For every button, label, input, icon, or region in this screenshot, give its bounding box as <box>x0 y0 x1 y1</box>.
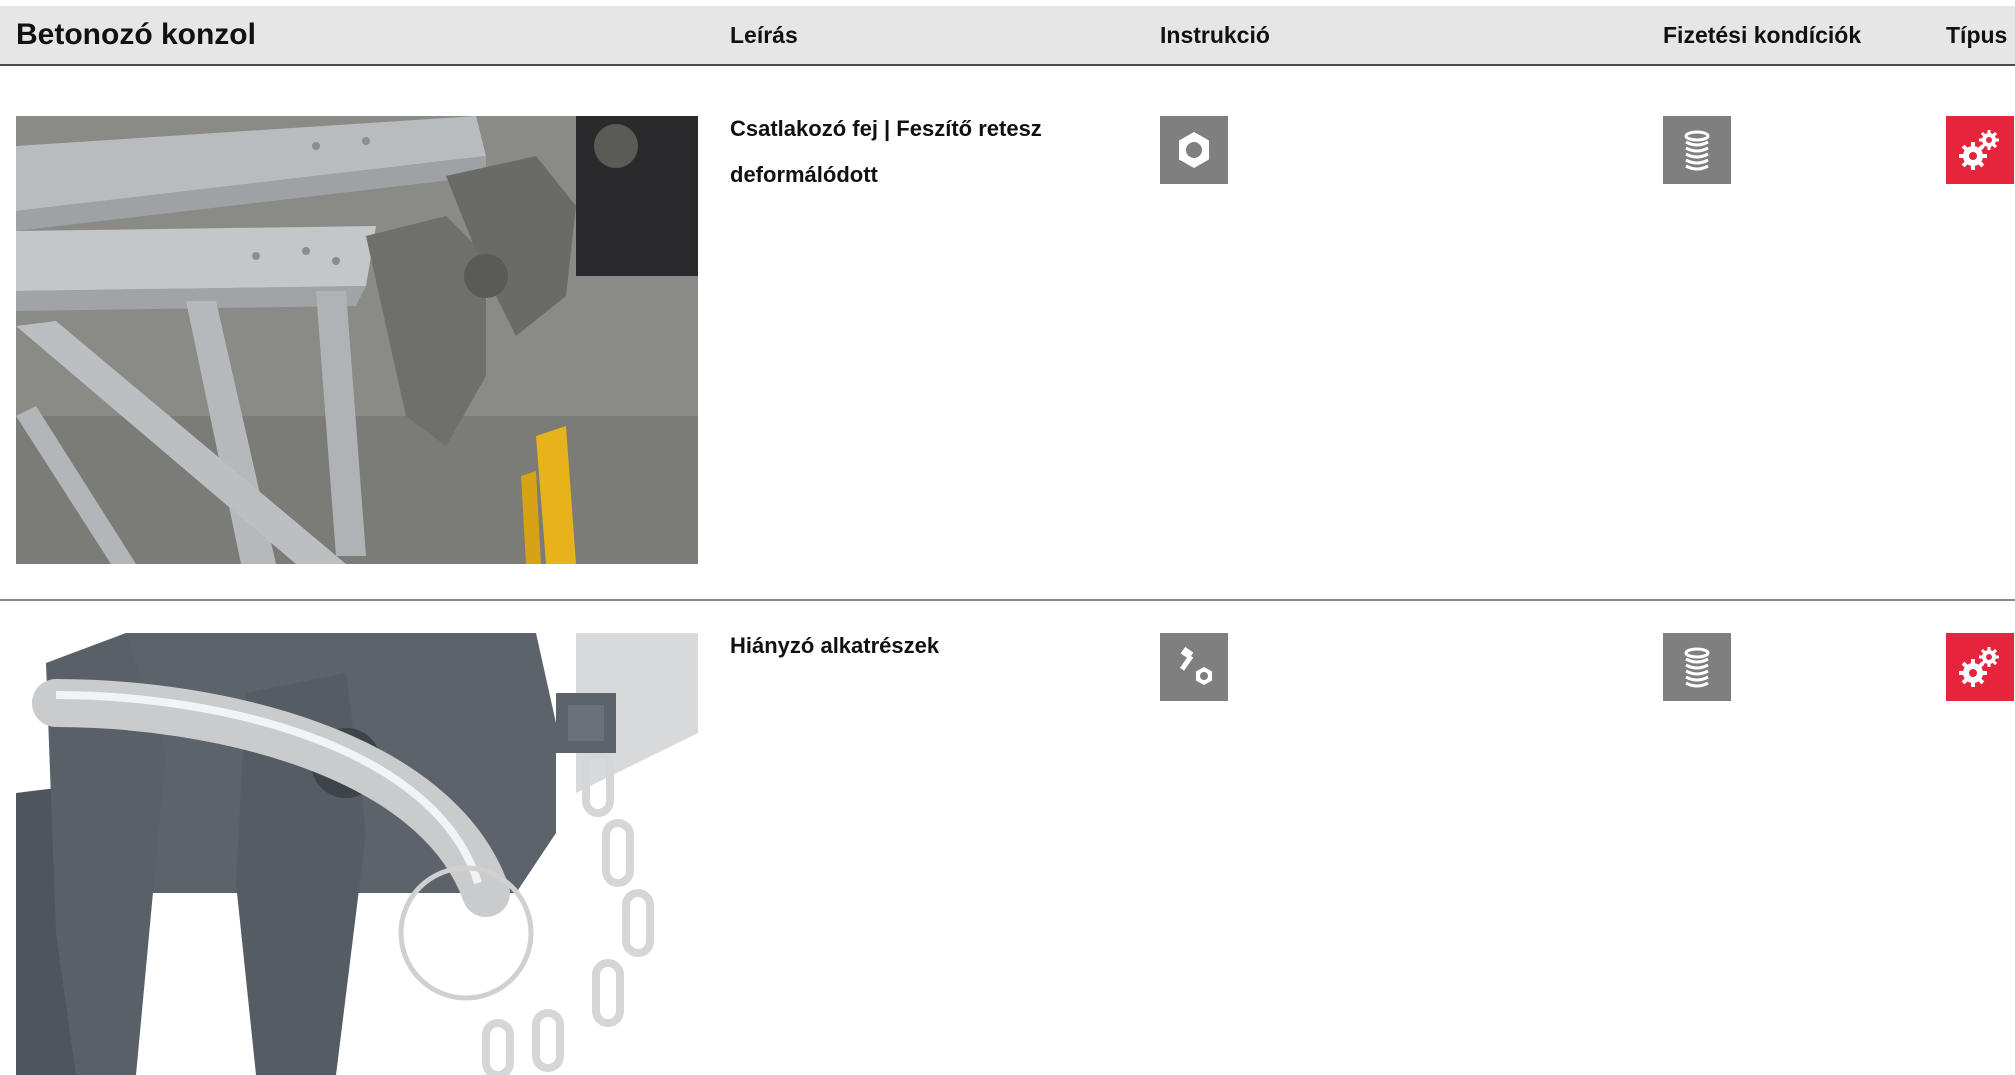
coin-stack-icon[interactable] <box>1663 116 1731 184</box>
bracket-damage-photo <box>16 116 698 564</box>
table-row: Hiányzó alkatrészek <box>0 601 2015 1075</box>
bolt-nut-icon[interactable] <box>1160 633 1228 701</box>
column-header-payment: Fizetési kondíciók <box>1663 22 1862 48</box>
column-header-instruction: Instrukció <box>1160 22 1270 48</box>
nut-icon[interactable] <box>1160 116 1228 184</box>
gears-icon[interactable] <box>1946 116 2014 184</box>
table-row: Csatlakozó fej | Feszítő retesz deformál… <box>0 66 2015 601</box>
column-header-description: Leírás <box>730 22 798 48</box>
missing-parts-drawing <box>16 633 698 1075</box>
description-line: Hiányzó alkatrészek <box>730 633 940 658</box>
page-title: Betonozó konzol <box>16 18 256 51</box>
coin-stack-icon[interactable] <box>1663 633 1731 701</box>
gears-icon[interactable] <box>1946 633 2014 701</box>
description-line: deformálódott <box>730 162 878 187</box>
table-header: Betonozó konzol Leírás Instrukció Fizeté… <box>0 6 2015 66</box>
description-line: Csatlakozó fej | Feszítő retesz <box>730 116 1042 141</box>
column-header-type: Típus <box>1946 22 2008 48</box>
row-description: Csatlakozó fej | Feszítő retesz deformál… <box>730 106 1130 198</box>
row-description: Hiányzó alkatrészek <box>730 623 1130 669</box>
